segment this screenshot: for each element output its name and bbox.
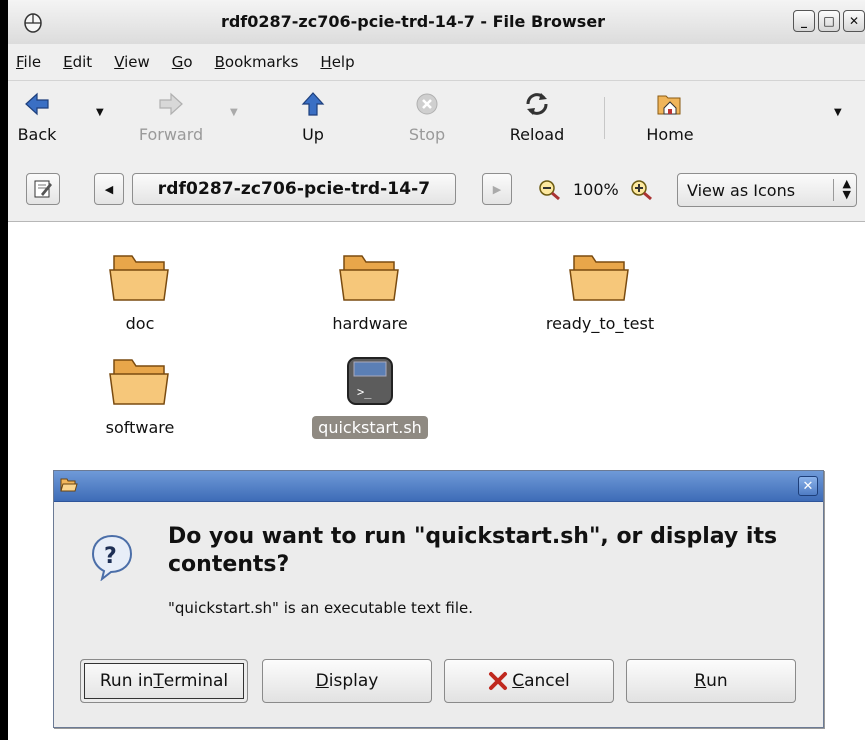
minimize-icon: _ — [801, 14, 807, 28]
path-button-current[interactable]: rdf0287-zc706-pcie-trd-14-7 — [132, 173, 456, 205]
folder-icon — [339, 255, 399, 301]
folder-icon — [109, 359, 169, 405]
cancel-x-icon — [489, 672, 508, 690]
stop-icon — [416, 93, 438, 115]
dialog-primary-text: Do you want to run "quickstart.sh", or d… — [168, 524, 778, 577]
dialog-secondary-text: "quickstart.sh" is an executable text fi… — [168, 599, 474, 617]
file-item-script[interactable]: >_ quickstart.sh — [290, 342, 450, 439]
file-name: ready_to_test — [545, 314, 655, 333]
run-button[interactable]: Run — [626, 659, 796, 703]
stop-button[interactable]: Stop — [402, 87, 452, 144]
back-button[interactable]: Back — [12, 87, 62, 144]
menu-bookmarks[interactable]: Bookmarks — [203, 53, 309, 71]
select-arrows-icon: ▲ ▼ — [842, 177, 851, 201]
toolbar: Back ▼ Forward ▼ Up Stop Reload Home ▼ — [8, 80, 865, 160]
back-history-dropdown-icon[interactable]: ▼ — [96, 107, 104, 118]
up-button[interactable]: Up — [288, 87, 338, 144]
zoom-out-icon[interactable] — [538, 179, 562, 201]
arrow-right-icon: ▶ — [492, 182, 502, 196]
path-scroll-right-button[interactable]: ▶ — [482, 173, 512, 205]
menu-edit[interactable]: Edit — [51, 53, 102, 71]
menu-view[interactable]: View — [102, 53, 160, 71]
menu-bar: File Edit View Go Bookmarks Help — [8, 44, 865, 80]
file-name: quickstart.sh — [312, 416, 428, 439]
location-bar: ◀ rdf0287-zc706-pcie-trd-14-7 ▶ 100% Vie… — [8, 159, 865, 222]
toolbar-separator — [604, 97, 605, 139]
zoom-in-icon[interactable] — [630, 179, 654, 201]
home-button[interactable]: Home — [640, 87, 700, 144]
toggle-location-entry-button[interactable] — [26, 173, 60, 205]
mouse-icon — [24, 13, 42, 33]
edit-note-icon — [34, 180, 52, 198]
file-item-folder[interactable]: doc — [60, 238, 220, 335]
file-name: hardware — [332, 314, 408, 333]
view-mode-select[interactable]: View as Icons ▲ ▼ — [677, 173, 857, 207]
cancel-button[interactable]: Cancel — [444, 659, 614, 703]
zoom-level[interactable]: 100% — [573, 174, 619, 206]
minimize-button[interactable]: _ — [793, 10, 815, 32]
reload-icon — [526, 93, 548, 115]
svg-text:?: ? — [104, 544, 117, 569]
view-mode-label: View as Icons — [687, 180, 796, 200]
file-item-folder[interactable]: hardware — [290, 238, 450, 335]
home-folder-icon — [657, 95, 681, 115]
reload-button[interactable]: Reload — [502, 87, 572, 144]
question-icon: ? — [91, 534, 133, 581]
path-scroll-left-button[interactable]: ◀ — [94, 173, 124, 205]
file-browser-window: rdf0287-zc706-pcie-trd-14-7 - File Brows… — [8, 0, 865, 740]
file-item-folder[interactable]: software — [60, 342, 220, 439]
maximize-icon: □ — [823, 14, 835, 28]
dialog-title-bar[interactable]: ✕ — [54, 471, 823, 502]
dialog-close-button[interactable]: ✕ — [798, 476, 818, 496]
folder-icon — [569, 255, 629, 301]
file-name: doc — [125, 314, 155, 333]
close-icon: ✕ — [802, 478, 814, 494]
forward-arrow-icon — [159, 92, 183, 116]
menu-go[interactable]: Go — [160, 53, 203, 71]
arrow-left-icon: ◀ — [104, 182, 114, 196]
title-bar[interactable]: rdf0287-zc706-pcie-trd-14-7 - File Brows… — [8, 0, 865, 45]
run-or-display-dialog: ✕ ? Do you want to run "quickstart.sh", … — [53, 470, 824, 728]
back-arrow-icon — [25, 92, 49, 116]
folder-open-icon — [60, 478, 78, 492]
window-title: rdf0287-zc706-pcie-trd-14-7 - File Brows… — [220, 12, 606, 31]
close-button[interactable]: ✕ — [843, 10, 865, 32]
terminal-script-icon: >_ — [347, 357, 393, 405]
menu-file[interactable]: File — [8, 53, 51, 71]
display-button[interactable]: Display — [262, 659, 432, 703]
forward-history-dropdown-icon[interactable]: ▼ — [230, 107, 238, 118]
svg-text:>_: >_ — [357, 385, 372, 399]
toolbar-overflow-icon[interactable]: ▼ — [834, 107, 842, 118]
file-name: software — [105, 418, 175, 437]
folder-icon — [109, 255, 169, 301]
close-icon: ✕ — [848, 14, 860, 28]
run-in-terminal-button[interactable]: Run in Terminal — [80, 659, 248, 703]
forward-button[interactable]: Forward — [126, 87, 216, 144]
file-item-folder[interactable]: ready_to_test — [520, 238, 680, 335]
maximize-button[interactable]: □ — [818, 10, 840, 32]
menu-help[interactable]: Help — [308, 53, 364, 71]
up-arrow-icon — [301, 92, 325, 116]
